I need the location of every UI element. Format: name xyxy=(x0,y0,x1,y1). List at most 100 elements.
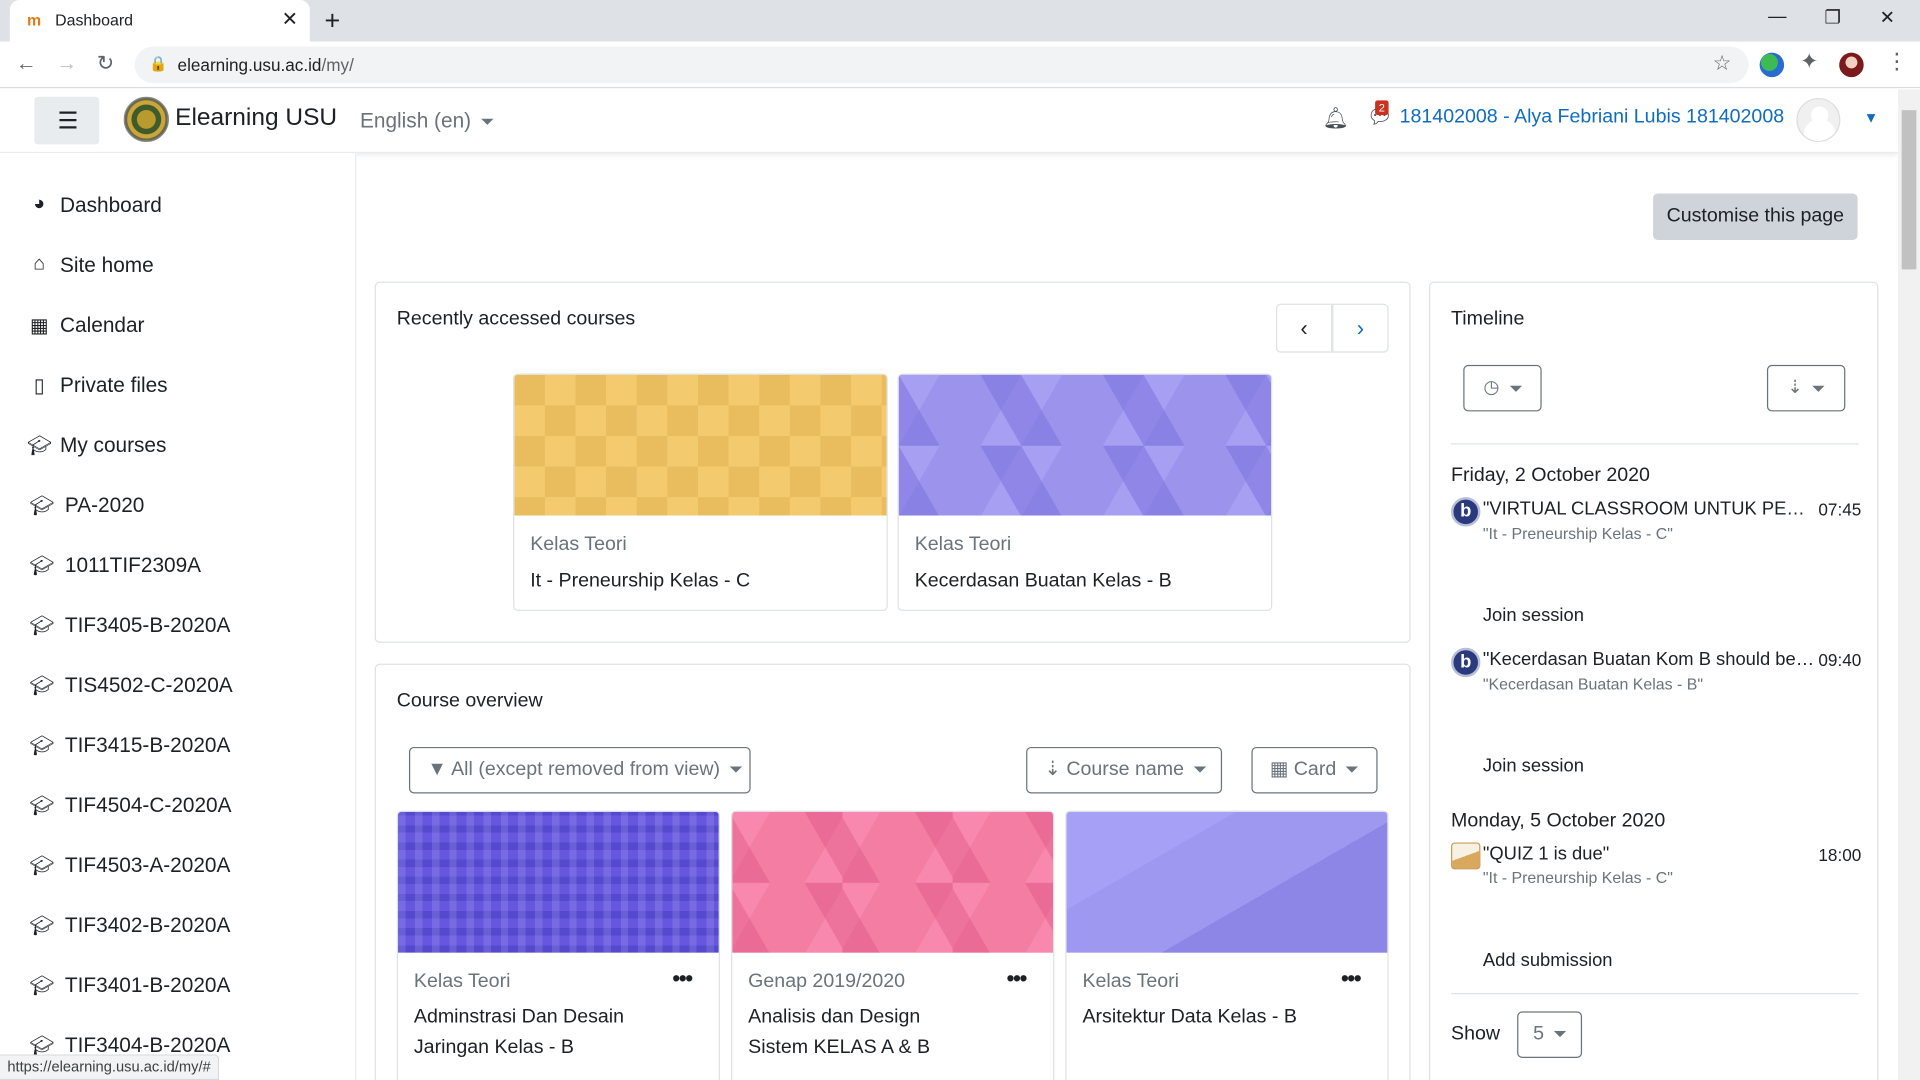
timeline-sort-button[interactable]: ⇣ xyxy=(1766,364,1846,412)
sidebar-item-my-courses[interactable]: 🎓︎ My courses xyxy=(0,422,355,471)
event-title-link[interactable]: "QUIZ 1 is due" xyxy=(1483,844,1816,865)
sidebar-item-dashboard[interactable]: ◕ Dashboard xyxy=(0,182,355,231)
sidebar-course-item[interactable]: 🎓︎ TIF4504-C-2020A xyxy=(0,782,355,831)
course-category: Genap 2019/2020 xyxy=(748,971,906,992)
course-image[interactable] xyxy=(1066,811,1388,953)
sidebar-course-item[interactable]: 🎓︎ 1011TIF2309A xyxy=(0,542,355,591)
user-menu-caret-icon[interactable]: ▼ xyxy=(1864,109,1879,126)
reload-icon[interactable]: ↻ xyxy=(97,51,114,75)
url-text: elearning.usu.ac.id/my/ xyxy=(177,55,354,75)
course-card[interactable]: Kelas Teori ••• Arsitektur Data Kelas - … xyxy=(1065,810,1389,1080)
restore-icon[interactable]: ❐ xyxy=(1825,6,1841,28)
timeline-date-heading: Friday, 2 October 2020 xyxy=(1451,465,1650,487)
course-image[interactable] xyxy=(732,811,1054,953)
notification-bell-icon[interactable]: 🔔︎ xyxy=(1322,107,1348,131)
window-close-icon[interactable]: ✕ xyxy=(1880,6,1895,28)
course-image[interactable] xyxy=(397,811,719,953)
join-session-link[interactable]: Join session xyxy=(1483,756,1584,777)
sort-dropdown[interactable]: ⇣ Course name xyxy=(1026,746,1223,794)
site-name[interactable]: Elearning USU xyxy=(175,104,337,132)
back-icon[interactable]: ← xyxy=(16,51,37,75)
course-category: Kelas Teori xyxy=(1082,971,1180,992)
clock-icon: ◷ xyxy=(1483,377,1500,398)
browser-tab[interactable]: m Dashboard ✕ xyxy=(9,0,310,42)
show-count-dropdown[interactable]: 5 xyxy=(1517,1011,1583,1058)
sidebar-course-item[interactable]: 🎓︎ PA-2020 xyxy=(0,482,355,531)
site-logo[interactable] xyxy=(123,96,169,143)
scrollbar-thumb[interactable] xyxy=(1901,110,1917,270)
graduation-cap-icon: 🎓︎ xyxy=(29,795,55,817)
sidebar-course-item[interactable]: 🎓︎ TIF4503-A-2020A xyxy=(0,842,355,891)
course-menu-icon[interactable]: ••• xyxy=(1341,966,1362,992)
divider xyxy=(1451,993,1859,995)
site-navbar: ☰ Elearning USU English (en) 🔔︎ 💬︎ 2 181… xyxy=(0,89,1898,154)
course-name-link[interactable]: Arsitektur Data Kelas - B xyxy=(1082,1003,1296,1032)
view-mode-dropdown[interactable]: ▦ Card xyxy=(1251,746,1378,794)
course-name-link[interactable]: Analisis dan Design xyxy=(748,1003,920,1032)
bookmark-star-icon[interactable]: ☆ xyxy=(1713,51,1732,75)
course-name-link[interactable]: Kecerdasan Buatan Kelas - B xyxy=(915,567,1172,596)
course-image[interactable] xyxy=(898,374,1272,516)
drawer-toggle-button[interactable]: ☰ xyxy=(34,96,100,145)
grouping-filter-dropdown[interactable]: ▼ All (except removed from view) xyxy=(408,746,751,794)
course-name-link[interactable]: Sistem KELAS A & B xyxy=(748,1033,930,1062)
sidebar-item-private-files[interactable]: ▯ Private files xyxy=(0,362,355,411)
bigbluebutton-icon: b xyxy=(1451,497,1481,527)
sidebar-item-site-home[interactable]: ⌂ Site home xyxy=(0,242,355,291)
event-title-link[interactable]: "VIRTUAL CLASSROOM UNTUK PERTEMUAN" xyxy=(1483,498,1816,519)
user-menu-name[interactable]: 181402008 - Alya Febriani Lubis 18140200… xyxy=(1400,107,1785,129)
sidebar-item-calendar[interactable]: ▦ Calendar xyxy=(0,302,355,351)
browser-menu-icon[interactable]: ⋮ xyxy=(1886,49,1908,75)
chevron-down-icon xyxy=(1346,766,1359,773)
extension-globe-icon[interactable] xyxy=(1759,52,1785,78)
event-title-link[interactable]: "Kecerdasan Buatan Kom B should be close… xyxy=(1483,649,1816,670)
minimize-icon[interactable]: — xyxy=(1768,6,1786,27)
event-course-name: "It - Preneurship Kelas - C" xyxy=(1482,524,1673,543)
event-course-name: "Kecerdasan Buatan Kelas - B" xyxy=(1482,674,1704,694)
customise-page-button[interactable]: Customise this page xyxy=(1653,193,1858,241)
filter-icon: ▼ xyxy=(427,759,447,781)
sidebar-course-item[interactable]: 🎓︎ TIS4502-C-2020A xyxy=(0,662,355,711)
forward-icon[interactable]: → xyxy=(56,51,77,75)
sidebar-course-item[interactable]: 🎓︎ TIF3402-B-2020A xyxy=(0,902,355,951)
graduation-cap-icon: 🎓︎ xyxy=(29,675,55,697)
address-bar[interactable]: 🔒 elearning.usu.ac.id/my/ ☆ xyxy=(134,46,1749,84)
graduation-cap-icon: 🎓︎ xyxy=(29,915,55,937)
course-name-link[interactable]: Jaringan Kelas - B xyxy=(414,1033,574,1062)
sidebar-course-item[interactable]: 🎓︎ TIF3405-B-2020A xyxy=(0,602,355,651)
block-title: Recently accessed courses xyxy=(396,308,636,330)
browser-toolbar: ← → ↻ 🔒 elearning.usu.ac.id/my/ ☆ ✦ ⋮ xyxy=(0,41,1920,89)
chevron-down-icon xyxy=(1812,385,1825,392)
event-time: 09:40 xyxy=(1818,650,1862,670)
lock-icon[interactable]: 🔒 xyxy=(149,55,167,72)
course-menu-icon[interactable]: ••• xyxy=(1007,966,1028,992)
chevron-down-icon xyxy=(480,118,494,125)
course-image[interactable] xyxy=(514,374,887,516)
course-card[interactable]: Genap 2019/2020 ••• Analisis dan Design … xyxy=(731,810,1055,1080)
course-card[interactable]: Kelas Teori Kecerdasan Buatan Kelas - B xyxy=(897,373,1273,612)
page-scrollbar[interactable] xyxy=(1897,89,1920,1080)
course-name-link[interactable]: It - Preneurship Kelas - C xyxy=(530,567,750,596)
course-card[interactable]: Kelas Teori ••• Adminstrasi Dan Desain J… xyxy=(396,810,721,1080)
sidebar-course-item[interactable]: 🎓︎ TIF3401-B-2020A xyxy=(0,962,355,1011)
profile-avatar-icon[interactable] xyxy=(1839,52,1864,78)
sidebar-course-item[interactable]: 🎓︎ TIF3415-B-2020A xyxy=(0,722,355,771)
next-page-button[interactable]: › xyxy=(1332,303,1389,353)
timeline-day-filter-button[interactable]: ◷ xyxy=(1463,364,1542,412)
nav-drawer: ◕ Dashboard ⌂ Site home ▦ Calendar ▯ Pri… xyxy=(0,153,357,1080)
join-session-link[interactable]: Join session xyxy=(1483,605,1584,626)
previous-page-button[interactable]: ‹ xyxy=(1275,303,1333,353)
user-avatar[interactable] xyxy=(1796,97,1841,143)
link-status-bar: https://elearning.usu.ac.id/my/# xyxy=(0,1054,220,1080)
language-menu[interactable]: English (en) xyxy=(360,109,494,133)
grid-icon: ▦ xyxy=(1269,759,1289,781)
add-submission-link[interactable]: Add submission xyxy=(1483,950,1613,971)
block-title: Timeline xyxy=(1451,308,1525,330)
course-menu-icon[interactable]: ••• xyxy=(672,966,693,992)
extensions-puzzle-icon[interactable]: ✦ xyxy=(1800,49,1818,75)
tab-close-icon[interactable]: ✕ xyxy=(282,7,298,31)
course-card[interactable]: Kelas Teori It - Preneurship Kelas - C xyxy=(513,373,888,612)
graduation-cap-icon: 🎓︎ xyxy=(29,855,55,877)
new-tab-icon[interactable]: + xyxy=(324,5,340,37)
course-name-link[interactable]: Adminstrasi Dan Desain xyxy=(414,1003,624,1032)
